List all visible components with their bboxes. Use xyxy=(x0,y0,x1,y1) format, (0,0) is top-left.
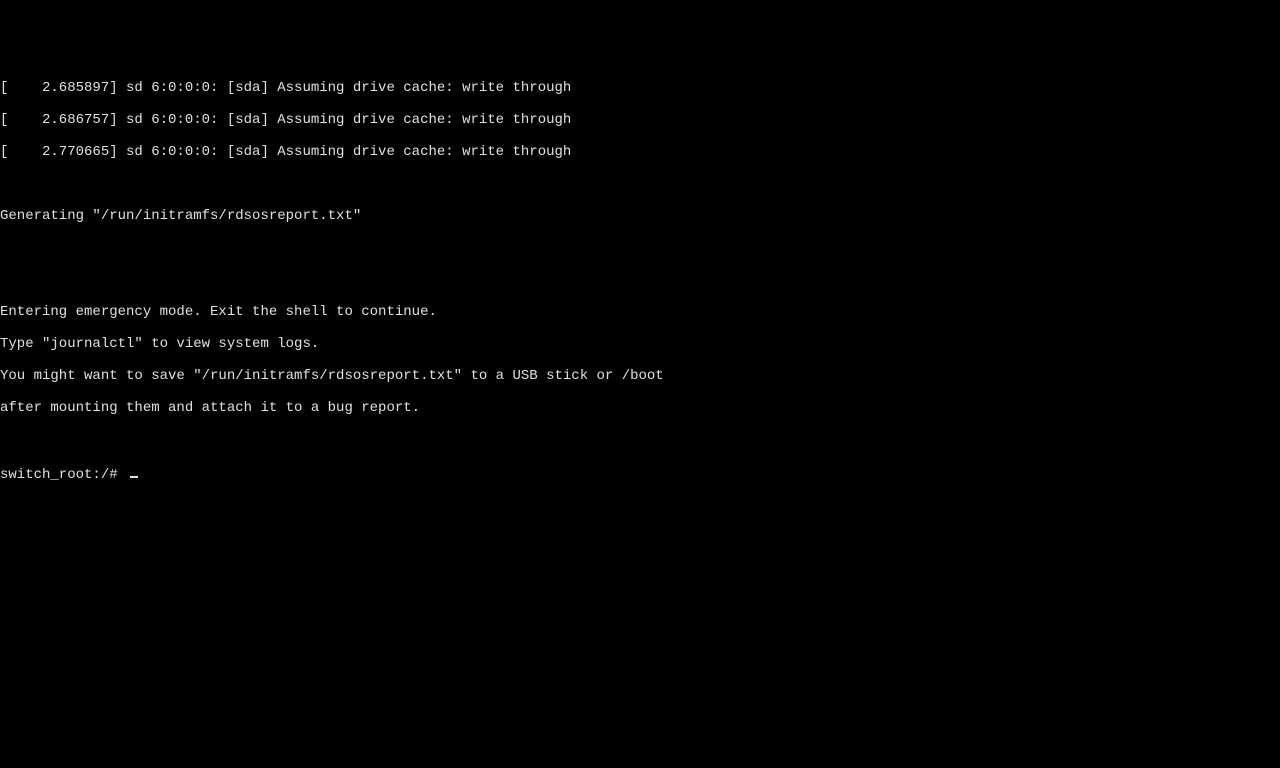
blank-line xyxy=(0,272,1280,288)
kernel-log-line: [ 2.685897] sd 6:0:0:0: [sda] Assuming d… xyxy=(0,80,1280,96)
cursor-icon xyxy=(130,476,138,478)
blank-line xyxy=(0,176,1280,192)
shell-prompt-line[interactable]: switch_root:/# xyxy=(0,464,1280,483)
shell-prompt: switch_root:/# xyxy=(0,467,126,483)
terminal-output: [ 2.685897] sd 6:0:0:0: [sda] Assuming d… xyxy=(0,64,1280,499)
blank-line xyxy=(0,432,1280,448)
emergency-mode-line: You might want to save "/run/initramfs/r… xyxy=(0,368,1280,384)
kernel-log-line: [ 2.686757] sd 6:0:0:0: [sda] Assuming d… xyxy=(0,112,1280,128)
kernel-log-line: [ 2.770665] sd 6:0:0:0: [sda] Assuming d… xyxy=(0,144,1280,160)
emergency-mode-line: Entering emergency mode. Exit the shell … xyxy=(0,304,1280,320)
emergency-mode-line: Type "journalctl" to view system logs. xyxy=(0,336,1280,352)
generating-line: Generating "/run/initramfs/rdsosreport.t… xyxy=(0,208,1280,224)
blank-line xyxy=(0,240,1280,256)
emergency-mode-line: after mounting them and attach it to a b… xyxy=(0,400,1280,416)
